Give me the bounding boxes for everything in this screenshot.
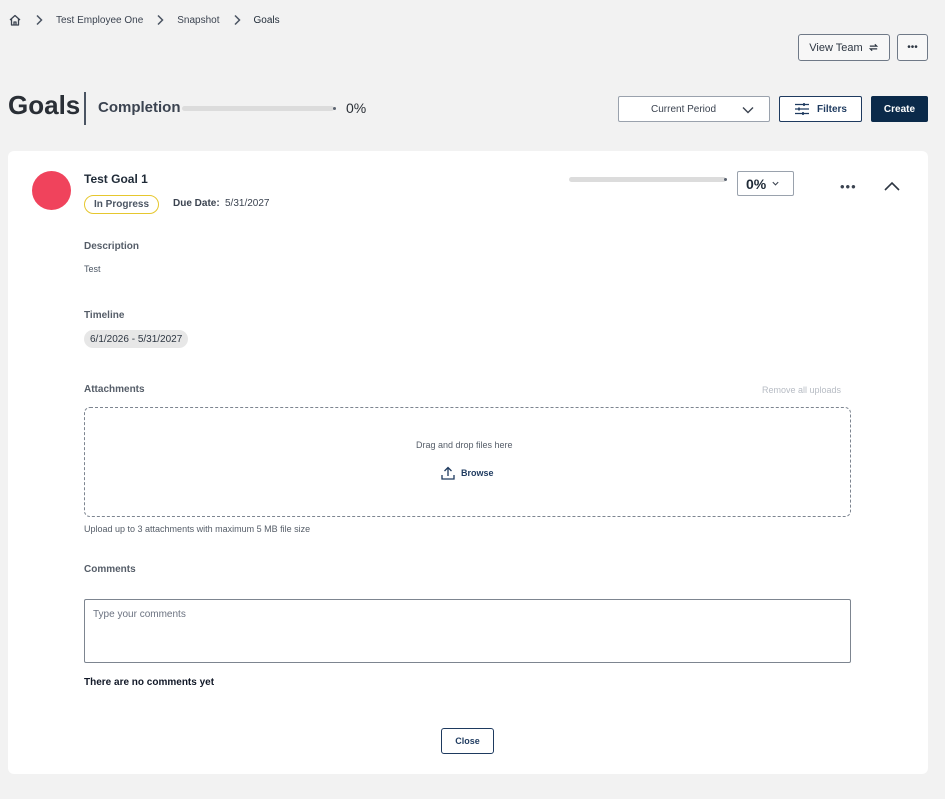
home-icon[interactable]	[8, 13, 22, 27]
title-divider	[84, 92, 86, 125]
goal-avatar	[32, 171, 71, 210]
completion-percent: 0%	[346, 100, 367, 116]
page-title: Goals	[8, 90, 81, 120]
close-button[interactable]: Close	[441, 728, 494, 754]
view-team-label: View Team	[809, 41, 863, 54]
upload-icon	[441, 466, 455, 480]
description-label: Description	[84, 241, 140, 252]
view-team-button[interactable]: View Team	[798, 34, 890, 61]
create-button[interactable]: Create	[871, 96, 928, 122]
dropzone-text: Drag and drop files here	[416, 440, 513, 450]
timeline-label: Timeline	[84, 310, 125, 321]
breadcrumb-item-employee[interactable]: Test Employee One	[56, 15, 143, 26]
browse-button[interactable]: Browse	[440, 464, 494, 482]
chevron-down-icon	[742, 107, 754, 114]
attachments-label: Attachments	[84, 384, 145, 395]
remove-all-uploads-link[interactable]: Remove all uploads	[762, 385, 841, 395]
breadcrumb: Test Employee One Snapshot Goals	[8, 12, 280, 28]
sliders-icon	[794, 103, 809, 115]
completion-progress-bar	[182, 106, 334, 111]
goal-progress-select[interactable]: 0%	[737, 171, 794, 196]
goal-progress-bar	[569, 177, 726, 182]
goal-more-options-button[interactable]: •••	[840, 178, 866, 194]
goal-progress-value: 0%	[746, 175, 767, 192]
upload-hint: Upload up to 3 attachments with maximum …	[84, 524, 311, 534]
filters-button[interactable]: Filters	[779, 96, 862, 122]
chevron-right-icon	[231, 14, 243, 26]
filters-label: Filters	[816, 103, 847, 115]
more-icon: •••	[907, 42, 918, 53]
chevron-right-icon	[154, 14, 166, 26]
due-date-value: 5/31/2027	[225, 198, 270, 209]
file-dropzone[interactable]	[84, 407, 851, 517]
due-date-label: Due Date:	[173, 198, 220, 209]
comments-label: Comments	[84, 564, 136, 575]
goal-title: Test Goal 1	[84, 172, 148, 186]
breadcrumb-item-goals: Goals	[253, 14, 280, 26]
chevron-down-icon	[772, 181, 779, 186]
breadcrumb-item-snapshot[interactable]: Snapshot	[177, 15, 219, 26]
chevron-right-icon	[33, 14, 45, 26]
completion-label: Completion	[98, 99, 181, 116]
timeline-chip: 6/1/2026 - 5/31/2027	[84, 330, 189, 348]
chevron-up-icon[interactable]	[883, 179, 901, 193]
period-select[interactable]: Current Period	[618, 96, 770, 122]
goal-progress-end	[724, 178, 727, 181]
no-comments-text: There are no comments yet	[84, 677, 215, 688]
completion-progress-end	[333, 107, 336, 110]
period-select-value: Current Period	[651, 104, 717, 115]
status-badge: In Progress	[84, 195, 160, 214]
refresh-icon	[868, 43, 878, 52]
comment-input[interactable]	[84, 599, 851, 663]
browse-label: Browse	[461, 468, 494, 478]
description-value: Test	[84, 264, 101, 274]
more-options-button[interactable]: •••	[897, 34, 928, 61]
